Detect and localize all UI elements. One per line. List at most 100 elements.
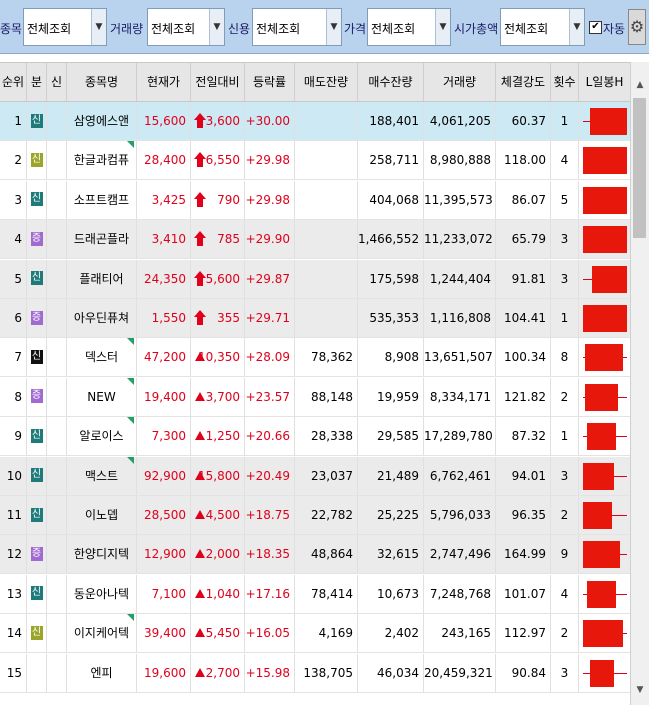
change-cell: 790 [191, 180, 245, 219]
daily-candle-cell [579, 417, 630, 455]
ask-cell: 78,362 [295, 338, 358, 377]
rate-cell: +28.09 [245, 338, 295, 377]
change-cell: 2,700 [191, 653, 245, 692]
stock-name[interactable]: 알로이스 [67, 417, 137, 456]
bid-cell: 29,585 [358, 417, 424, 456]
corner-flag-icon [127, 417, 134, 425]
change-value: 355 [217, 311, 240, 325]
up-triangle-icon [195, 549, 205, 559]
candle-body [591, 265, 627, 293]
col-name[interactable]: 종목명 [67, 63, 137, 101]
scroll-up-icon[interactable]: ▲ [631, 80, 649, 96]
col-volume[interactable]: 거래량 [424, 63, 496, 101]
ask-cell: 23,037 [295, 456, 358, 495]
stock-name[interactable]: 이지케어텍 [67, 614, 137, 653]
stock-name-text: 한양디지텍 [73, 547, 130, 562]
stock-name[interactable]: 삼영에스앤 [67, 102, 137, 140]
up-triangle-icon [195, 628, 205, 638]
price-filter-select[interactable]: 전체조회 ▼ [367, 8, 451, 46]
stock-name[interactable]: 플래티어 [67, 259, 137, 298]
chevron-down-icon[interactable]: ▼ [569, 9, 584, 45]
credit-cell [47, 535, 67, 574]
table-row[interactable]: 2 신 한글과컴퓨 28,400 6,550 +29.98 258,711 8,980,888… [0, 141, 630, 181]
division-cell: 증 [27, 299, 47, 337]
table-row[interactable]: 8 증 NEW 19,400 3,700 +23.57 88,148 19,959 8,334,… [0, 377, 630, 417]
up-triangle-icon [195, 667, 205, 677]
filter-label-volume: 거래량 [110, 22, 144, 36]
strength-cell: 118.00 [496, 141, 551, 180]
stock-name[interactable]: 한양디지텍 [67, 535, 137, 574]
chevron-down-icon[interactable]: ▼ [91, 9, 106, 45]
volume-filter-select[interactable]: 전체조회 ▼ [147, 8, 225, 46]
stock-name[interactable]: 덱스터 [67, 338, 137, 377]
table-row[interactable]: 15 엔피 19,600 2,700 +15.98 138,705 46,034 20,459… [0, 653, 630, 693]
col-rate[interactable]: 등락률 [245, 63, 295, 101]
ask-cell: 88,148 [295, 377, 358, 416]
chevron-down-icon[interactable]: ▼ [326, 9, 341, 45]
table-row[interactable]: 10 신 맥스트 92,900 15,800 +20.49 23,037 21,489 6,76… [0, 456, 630, 496]
price-cell: 7,100 [137, 574, 191, 613]
chevron-down-icon[interactable]: ▼ [435, 9, 450, 45]
division-cell: 신 [27, 180, 47, 219]
count-cell: 1 [551, 299, 579, 337]
stock-name-text: 이노뎁 [84, 508, 119, 522]
daily-candle-cell [579, 496, 630, 534]
stock-name-text: 동운아나텍 [73, 586, 130, 601]
stock-name[interactable]: NEW [67, 377, 137, 416]
stock-name[interactable]: 동운아나텍 [67, 574, 137, 613]
market-cap-filter-select[interactable]: 전체조회 ▼ [500, 8, 585, 46]
volume-cell: 243,165 [424, 614, 496, 653]
ask-cell: 4,169 [295, 614, 358, 653]
col-ask[interactable]: 매도잔량 [295, 63, 358, 101]
stock-filter-select[interactable]: 전체조회 ▼ [23, 8, 107, 46]
table-row[interactable]: 7 신 덱스터 47,200 10,350 +28.09 78,362 8,908 13,651… [0, 338, 630, 378]
stock-name[interactable]: 맥스트 [67, 456, 137, 495]
stock-name[interactable]: 아우딘퓨쳐 [67, 299, 137, 337]
change-value: 785 [217, 232, 240, 247]
col-bid[interactable]: 매수잔량 [358, 63, 424, 101]
stock-name[interactable]: 이노뎁 [67, 496, 137, 534]
col-credit[interactable]: 신 [47, 63, 67, 101]
ask-cell: 78,414 [295, 574, 358, 613]
table-row[interactable]: 14 신 이지케어텍 39,400 5,450 +16.05 4,169 2,402 243,1… [0, 614, 630, 654]
vertical-scrollbar[interactable]: ▲ ▼ [630, 62, 649, 705]
col-strength[interactable]: 체결강도 [496, 63, 551, 101]
table-row[interactable]: 5 신 플래티어 24,350 5,600 +29.87 175,598 1,244,404 9… [0, 259, 630, 299]
table-row[interactable]: 6 증 아우딘퓨쳐 1,550 355 +29.71 535,353 1,116,808 104… [0, 299, 630, 338]
col-rank[interactable]: 순위 [0, 63, 27, 101]
stock-name[interactable]: 엔피 [67, 653, 137, 692]
ask-cell [295, 259, 358, 298]
strength-cell: 91.81 [496, 259, 551, 298]
col-division[interactable]: 분 [27, 63, 47, 101]
division-cell: 신 [27, 141, 47, 180]
table-row[interactable]: 4 증 드래곤플라 3,410 785 +29.90 1,466,552 11,233,072… [0, 220, 630, 260]
division-cell: 신 [27, 496, 47, 534]
table-row[interactable]: 9 신 알로이스 7,300 1,250 +20.66 28,338 29,585 17,289… [0, 417, 630, 457]
rate-cell: +29.90 [245, 220, 295, 259]
credit-cell [47, 653, 67, 692]
daily-candle-cell [579, 614, 630, 652]
stock-name-text: 플래티어 [79, 271, 124, 286]
stock-name[interactable]: 드래곤플라 [67, 220, 137, 259]
stock-name[interactable]: 소프트캠프 [67, 180, 137, 219]
auto-checkbox[interactable]: ✔ [589, 21, 602, 34]
col-candle[interactable]: L일봉H [579, 63, 630, 101]
table-row[interactable]: 13 신 동운아나텍 7,100 1,040 +17.16 78,414 10,673 7,24… [0, 574, 630, 614]
credit-filter-select[interactable]: 전체조회 ▼ [252, 8, 342, 46]
gear-icon[interactable]: ⚙ [628, 9, 646, 45]
stock-name[interactable]: 한글과컴퓨 [67, 141, 137, 180]
col-price[interactable]: 현재가 [137, 63, 191, 101]
scroll-down-icon[interactable]: ▼ [631, 685, 649, 701]
scrollbar-thumb[interactable] [633, 98, 646, 238]
table-row[interactable]: 12 증 한양디지텍 12,900 2,000 +18.35 48,864 32,615 2,7… [0, 535, 630, 575]
ask-cell: 28,338 [295, 417, 358, 456]
chevron-down-icon[interactable]: ▼ [209, 9, 224, 45]
table-row[interactable]: 1 신 삼영에스앤 15,600 3,600 +30.00 188,401 4,061,205… [0, 102, 630, 141]
table-row[interactable]: 11 신 이노뎁 28,500 4,500 +18.75 22,782 25,225 5,796… [0, 496, 630, 535]
bid-cell: 1,466,552 [358, 220, 424, 259]
col-change[interactable]: 전일대비 [191, 63, 245, 101]
col-count[interactable]: 횟수 [551, 63, 579, 101]
table-row[interactable]: 3 신 소프트캠프 3,425 790 +29.98 404,068 11,395,573 86… [0, 180, 630, 220]
rank-cell: 6 [0, 299, 27, 337]
change-value: 6,550 [205, 153, 240, 168]
